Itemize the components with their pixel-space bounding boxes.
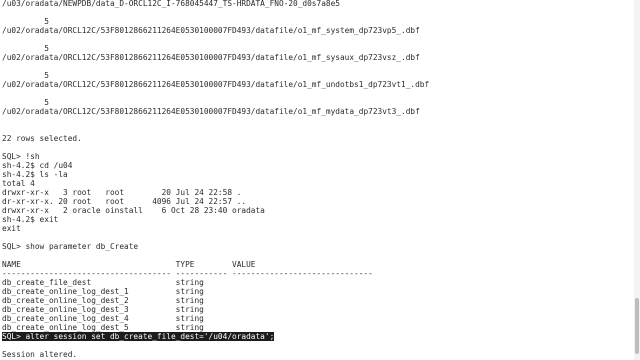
terminal-output: /u03/oradata/NEWPDB/data_D-ORCL12C_I-768… [2, 0, 632, 359]
terminal-line: SQL> show parameter db_Create [2, 242, 139, 251]
terminal-line: /u02/oradata/ORCL12C/53F8012866211264E05… [2, 26, 420, 35]
terminal-line: 5 [2, 17, 49, 26]
terminal-line: total 4 [2, 179, 35, 188]
terminal-line: drwxr-xr-x 3 root root 20 Jul 24 22:58 . [2, 188, 242, 197]
terminal-line: NAME TYPE VALUE [2, 260, 256, 269]
vertical-scrollbar[interactable] [634, 0, 640, 360]
terminal-line: exit [2, 224, 21, 233]
terminal-line: db_create_online_log_dest_1 string [2, 287, 204, 296]
terminal-line: /u02/oradata/ORCL12C/53F8012866211264E05… [2, 107, 420, 116]
terminal-line: /u03/oradata/NEWPDB/data_D-ORCL12C_I-768… [2, 0, 340, 8]
terminal-line: db_create_online_log_dest_3 string [2, 305, 204, 314]
terminal-line: db_create_online_log_dest_2 string [2, 296, 204, 305]
selected-command-line[interactable]: SQL> alter session set db_create_file_de… [2, 332, 275, 341]
terminal-line: db_create_file_dest string [2, 278, 204, 287]
terminal-line: ------------------------------------ ---… [2, 269, 373, 278]
terminal-line: SQL> !sh [2, 152, 40, 161]
terminal-line: drwxr-xr-x 2 oracle oinstall 6 Oct 28 23… [2, 206, 265, 215]
terminal-window[interactable]: /u03/oradata/NEWPDB/data_D-ORCL12C_I-768… [0, 0, 640, 360]
terminal-line: /u02/oradata/ORCL12C/53F8012866211264E05… [2, 80, 430, 89]
terminal-line: 22 rows selected. [2, 134, 82, 143]
terminal-line: Session altered. [2, 350, 78, 359]
terminal-line: 5 [2, 44, 49, 53]
terminal-line: 5 [2, 98, 49, 107]
scrollbar-thumb[interactable] [635, 298, 639, 354]
terminal-line: db_create_online_log_dest_5 string [2, 323, 204, 332]
terminal-line: sh-4.2$ ls -la [2, 170, 68, 179]
terminal-line: sh-4.2$ exit [2, 215, 59, 224]
terminal-line: dr-xr-xr-x. 20 root root 4096 Jul 24 22:… [2, 197, 247, 206]
terminal-line: 5 [2, 71, 49, 80]
terminal-line: db_create_online_log_dest_4 string [2, 314, 204, 323]
terminal-line: /u02/oradata/ORCL12C/53F8012866211264E05… [2, 53, 420, 62]
terminal-line: sh-4.2$ cd /u04 [2, 161, 73, 170]
